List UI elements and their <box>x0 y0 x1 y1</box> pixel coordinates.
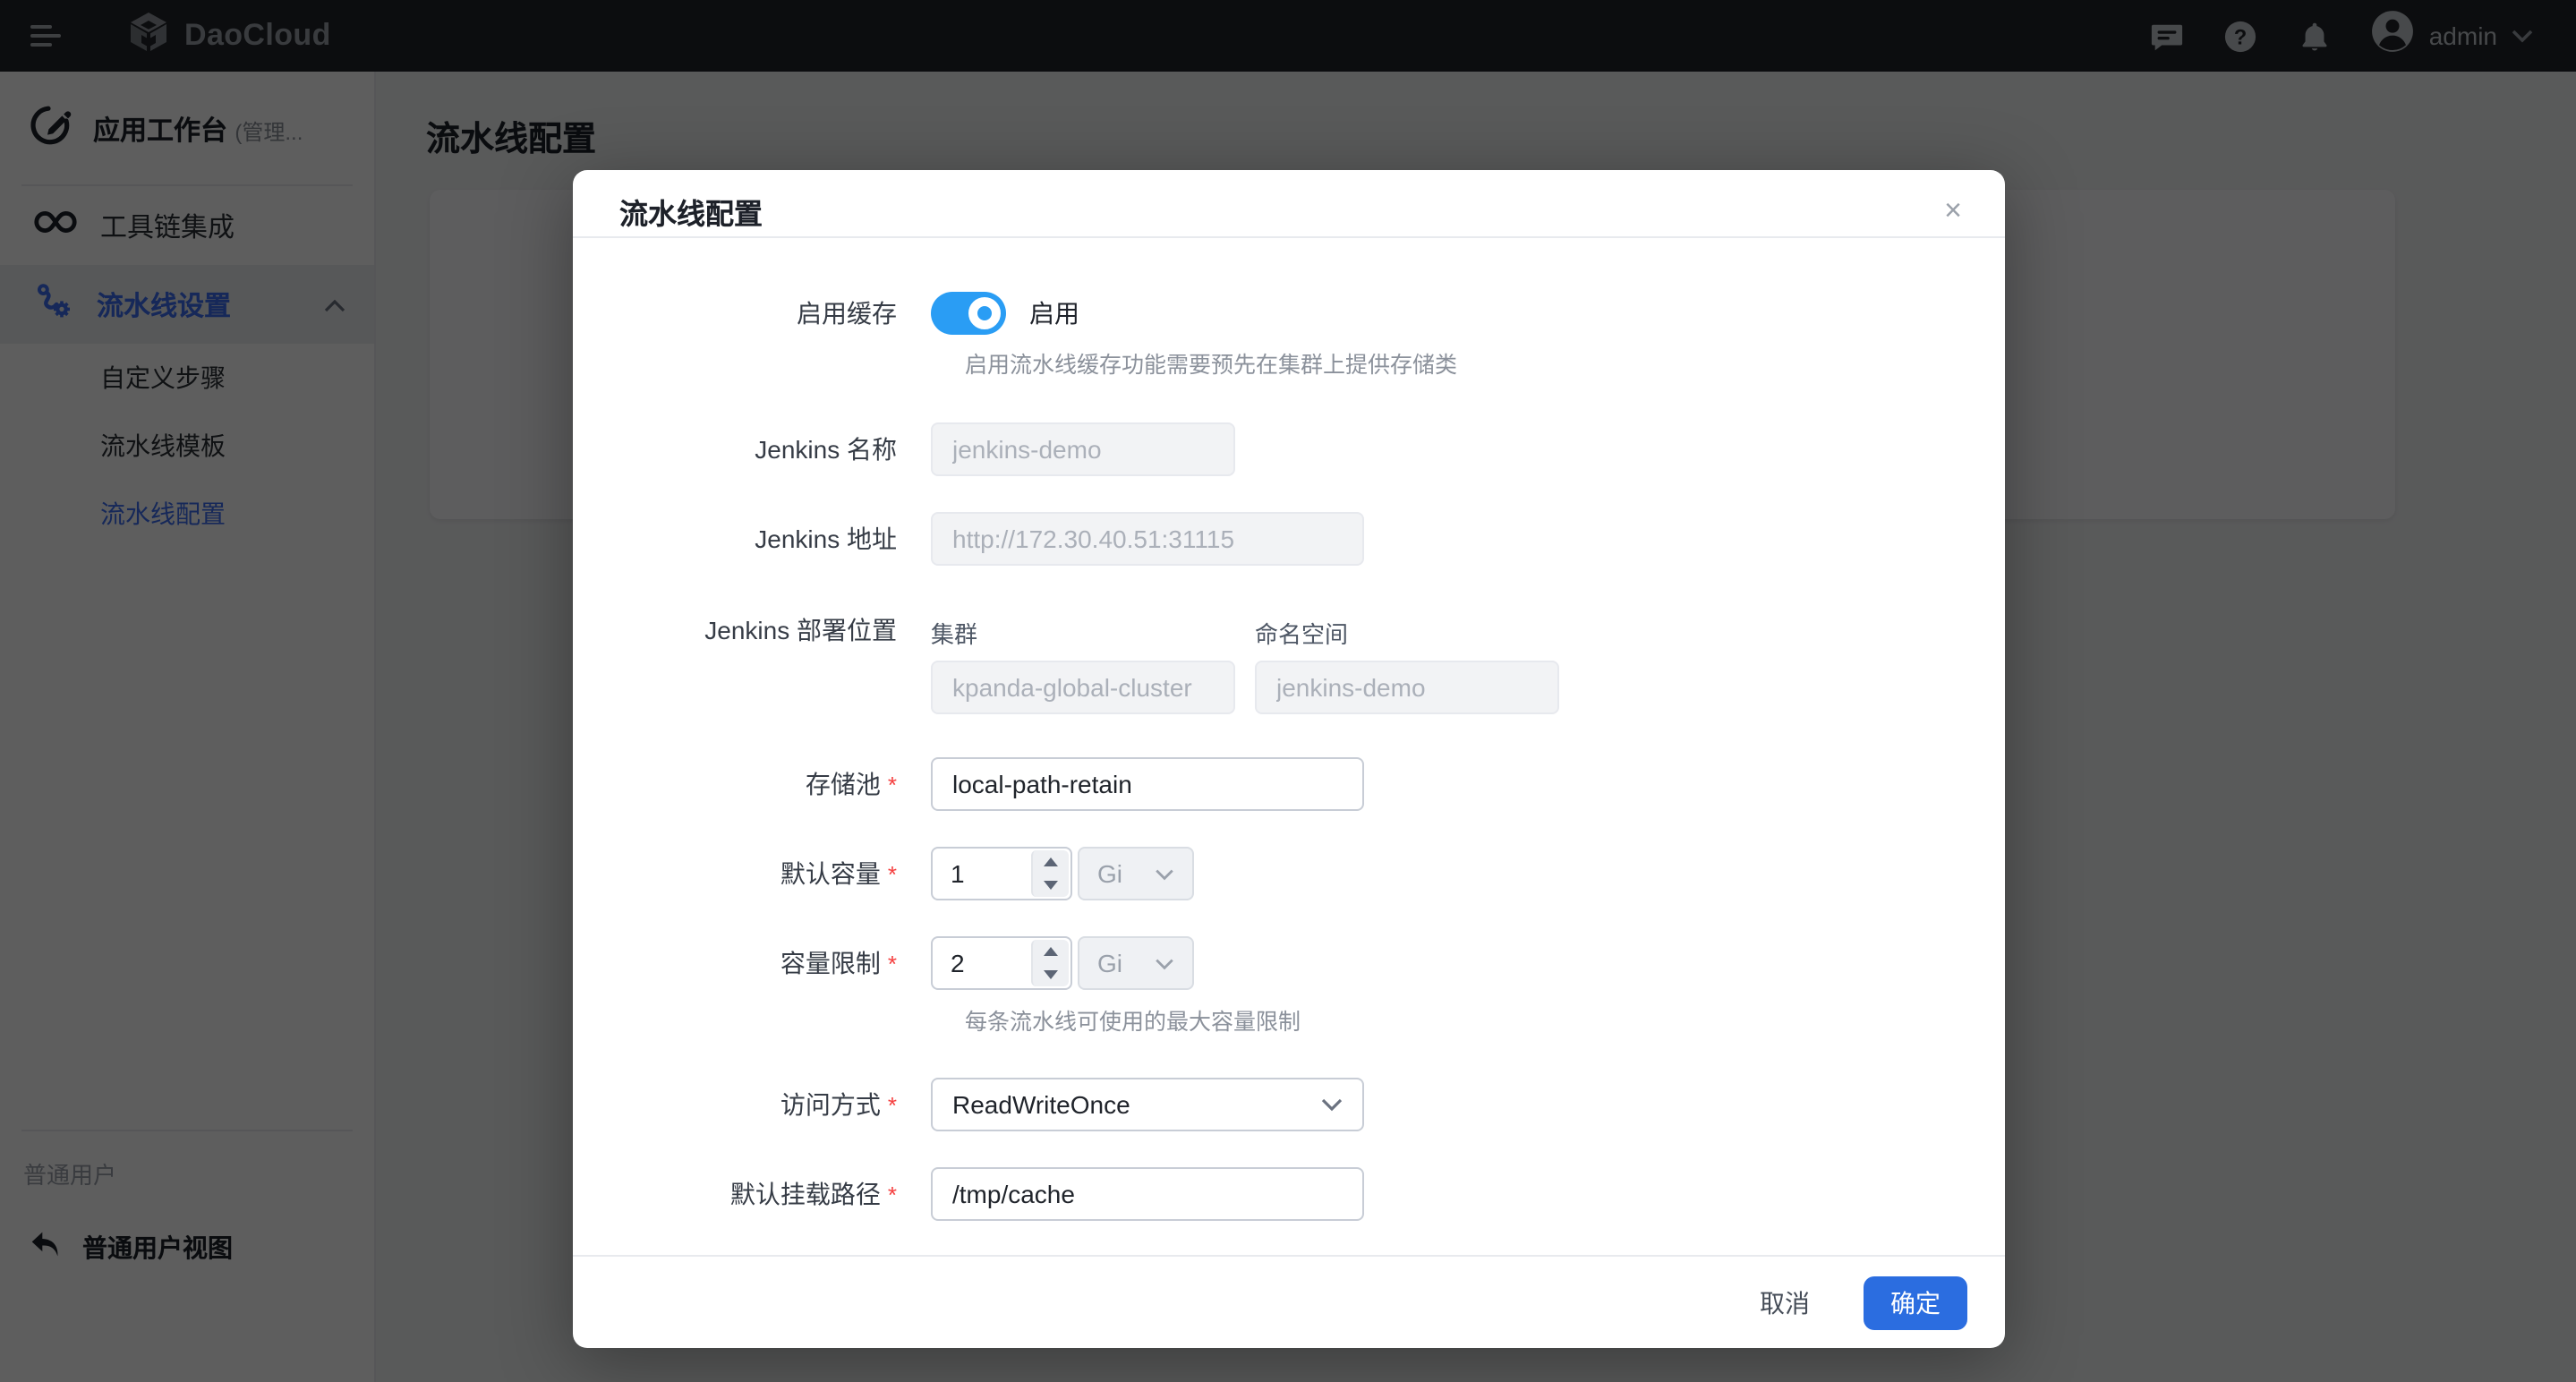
jenkins-url-input <box>931 512 1364 566</box>
jenkins-name-input <box>931 422 1235 476</box>
cache-toggle[interactable] <box>931 292 1006 335</box>
capacity-stepper <box>1031 940 1069 986</box>
cache-label: 启用缓存 <box>619 295 931 331</box>
required-mark: * <box>888 772 897 798</box>
cluster-label: 集群 <box>931 616 1235 650</box>
capacity-stepper <box>1031 850 1069 897</box>
capacity-limit-help-text: 每条流水线可使用的最大容量限制 <box>619 1002 1958 1036</box>
storage-pool-label: 存储池* <box>619 766 931 802</box>
toggle-knob <box>968 297 1001 329</box>
cache-state-label: 启用 <box>1029 295 1079 331</box>
jenkins-name-label: Jenkins 名称 <box>619 431 931 467</box>
access-mode-label: 访问方式* <box>619 1087 931 1122</box>
access-mode-value: ReadWriteOnce <box>952 1090 1130 1119</box>
dialog-title: 流水线配置 <box>619 189 763 232</box>
required-mark: * <box>888 1182 897 1208</box>
cancel-button[interactable]: 取消 <box>1742 1274 1828 1331</box>
access-mode-select[interactable]: ReadWriteOnce <box>931 1078 1364 1131</box>
chevron-down-icon <box>1155 957 1174 969</box>
pipeline-config-dialog: 流水线配置 × 启用缓存 启用 启用流水线缓存功能需要预先在集群上提供存储类 J… <box>573 170 2005 1348</box>
default-capacity-input[interactable] <box>933 849 1029 899</box>
required-mark: * <box>888 951 897 977</box>
cache-help-text: 启用流水线缓存功能需要预先在集群上提供存储类 <box>619 346 1958 380</box>
required-mark: * <box>888 861 897 888</box>
required-mark: * <box>888 1092 897 1119</box>
chevron-down-icon <box>1321 1097 1343 1112</box>
dialog-header: 流水线配置 × <box>573 170 2005 238</box>
capacity-limit-label: 容量限制* <box>619 945 931 981</box>
capacity-limit-unit-select[interactable]: Gi <box>1078 936 1194 990</box>
close-icon[interactable]: × <box>1944 195 1962 226</box>
chevron-down-icon <box>1155 867 1174 880</box>
capacity-limit-input[interactable] <box>933 938 1029 988</box>
mount-path-label: 默认挂载路径* <box>619 1176 931 1212</box>
stepper-up-icon[interactable] <box>1033 940 1069 963</box>
stepper-down-icon[interactable] <box>1033 874 1069 897</box>
mount-path-input[interactable] <box>931 1167 1364 1221</box>
jenkins-url-label: Jenkins 地址 <box>619 521 931 557</box>
dialog-footer: 取消 确定 <box>573 1255 2005 1348</box>
namespace-label: 命名空间 <box>1255 616 1559 650</box>
default-capacity-unit-select[interactable]: Gi <box>1078 847 1194 900</box>
jenkins-location-label: Jenkins 部署位置 <box>619 616 931 646</box>
cluster-input <box>931 661 1235 714</box>
dialog-body: 启用缓存 启用 启用流水线缓存功能需要预先在集群上提供存储类 Jenkins 名… <box>573 238 2005 1255</box>
default-capacity-label: 默认容量* <box>619 856 931 891</box>
stepper-down-icon[interactable] <box>1033 963 1069 986</box>
stepper-up-icon[interactable] <box>1033 850 1069 874</box>
namespace-input <box>1255 661 1559 714</box>
confirm-button[interactable]: 确定 <box>1864 1275 1967 1329</box>
storage-pool-input[interactable] <box>931 757 1364 811</box>
